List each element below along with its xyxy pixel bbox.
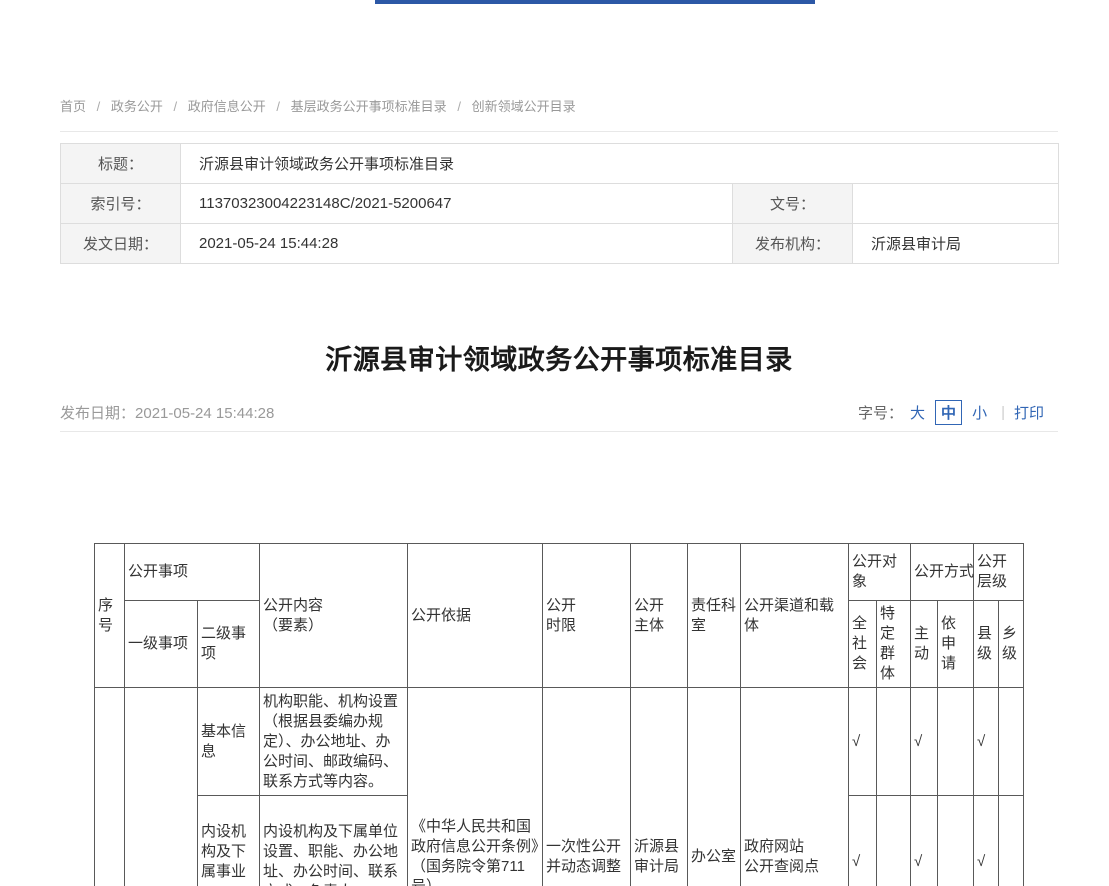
cell-level1 [125,688,198,886]
cell-check-method-request [938,688,974,796]
font-size-controls: 字号： 大 中 小 | 打印 [858,400,1058,425]
cell-check-method-active: √ [911,688,938,796]
meta-row-title: 标题： 沂源县审计领域政务公开事项标准目录 [61,144,1059,184]
cell-content: 机构职能、机构设置（根据县委编办规定）、办公地址、办公时间、邮政编码、联系方式等… [260,688,408,796]
meta-docno-label: 文号： [733,184,853,224]
col-header-audience-specific: 特 定 群 体 [877,601,911,688]
breadcrumb-separator: / [276,99,280,114]
cell-check-audience-all: √ [849,796,877,886]
meta-title-value: 沂源县审计领域政务公开事项标准目录 [181,144,1059,184]
breadcrumb-separator: / [174,99,178,114]
font-size-label: 字号： [858,402,903,423]
cell-seq [95,688,125,886]
document-meta-table: 标题： 沂源县审计领域政务公开事项标准目录 索引号： 1137032300422… [60,143,1059,264]
cell-check-method-active: √ [911,796,938,886]
col-header-method-group: 公开方式 [911,544,974,601]
col-header-level-town: 乡 级 [999,601,1024,688]
breadcrumb-standard-catalog[interactable]: 基层政务公开事项标准目录 [291,99,447,114]
print-button[interactable]: 打印 [1014,402,1044,423]
article-meta-bar: 发布日期：2021-05-24 15:44:28 字号： 大 中 小 | 打印 [60,393,1058,432]
cell-check-level-town [999,796,1024,886]
meta-date-value: 2021-05-24 15:44:28 [181,224,733,264]
col-header-level-county: 县 级 [974,601,999,688]
meta-row-date: 发文日期： 2021-05-24 15:44:28 发布机构： 沂源县审计局 [61,224,1059,264]
col-header-seq: 序 号 [95,544,125,688]
cell-level2: 内设机构及下属事业 [198,796,260,886]
col-header-level2: 二级事 项 [198,601,260,688]
cell-check-level-county: √ [974,688,999,796]
meta-title-label: 标题： [61,144,181,184]
cell-subject: 沂源县 审计局 [631,688,688,886]
meta-row-index: 索引号： 11370323004223148C/2021-5200647 文号： [61,184,1059,224]
col-header-audience-all: 全 社 会 [849,601,877,688]
col-header-content: 公开内容 （要素） [260,544,408,688]
cell-content: 内设机构及下属单位设置、职能、办公地址、办公时间、联系方式、负责人 [260,796,408,886]
col-header-level1: 一级事项 [125,601,198,688]
table-row: 基本信息 机构职能、机构设置（根据县委编办规定）、办公地址、办公时间、邮政编码、… [95,688,1024,796]
cell-check-level-town [999,688,1024,796]
catalog-header-row-1: 序 号 公开事项 公开内容 （要素） 公开依据 公开 时限 公开 主体 责任科 … [95,544,1024,601]
font-size-small-button[interactable]: 小 [972,402,987,423]
cell-check-audience-all: √ [849,688,877,796]
page: 首页 / 政务公开 / 政府信息公开 / 基层政务公开事项标准目录 / 创新领域… [0,0,1109,886]
col-header-subject: 公开 主体 [631,544,688,688]
breadcrumb-home[interactable]: 首页 [60,99,86,114]
col-header-items-group: 公开事项 [125,544,260,601]
publish-date-label: 发布日期： [60,405,135,422]
cell-check-method-request [938,796,974,886]
breadcrumb-government-info[interactable]: 政府信息公开 [188,99,266,114]
cell-level2: 基本信息 [198,688,260,796]
meta-org-label: 发布机构： [733,224,853,264]
publish-date: 发布日期：2021-05-24 15:44:28 [60,402,274,423]
cell-channel: 政府网站 公开查阅点 [741,688,849,886]
publish-date-value: 2021-05-24 15:44:28 [135,405,274,422]
col-header-level-group: 公开 层级 [974,544,1024,601]
meta-index-label: 索引号： [61,184,181,224]
breadcrumb-zhengwu-gongkai[interactable]: 政务公开 [111,99,163,114]
vertical-divider: | [1001,404,1005,421]
col-header-method-request: 依申 请 [938,601,974,688]
meta-date-label: 发文日期： [61,224,181,264]
col-header-audience-group: 公开对 象 [849,544,911,601]
catalog-table: 序 号 公开事项 公开内容 （要素） 公开依据 公开 时限 公开 主体 责任科 … [94,543,1024,886]
meta-index-value: 11370323004223148C/2021-5200647 [181,184,733,224]
col-header-channel: 公开渠道和载 体 [741,544,849,688]
breadcrumb-current-page: 创新领域公开目录 [472,99,576,114]
col-header-basis: 公开依据 [408,544,543,688]
font-size-medium-button[interactable]: 中 [935,400,962,425]
col-header-method-active: 主 动 [911,601,938,688]
col-header-time-limit: 公开 时限 [543,544,631,688]
meta-org-value: 沂源县审计局 [853,224,1059,264]
cell-check-level-county: √ [974,796,999,886]
breadcrumb-separator: / [97,99,101,114]
col-header-dept: 责任科 室 [688,544,741,688]
cell-check-audience-specific [877,796,911,886]
page-title: 沂源县审计领域政务公开事项标准目录 [60,338,1058,377]
cell-check-audience-specific [877,688,911,796]
breadcrumb-separator: / [457,99,461,114]
top-nav-bar-edge [375,0,815,4]
cell-time-limit: 一次性公开 并动态调整 [543,688,631,886]
font-size-large-button[interactable]: 大 [910,402,925,423]
cell-dept: 办公室 [688,688,741,886]
meta-docno-value [853,184,1059,224]
breadcrumb: 首页 / 政务公开 / 政府信息公开 / 基层政务公开事项标准目录 / 创新领域… [60,96,1058,132]
cell-basis: 《中华人民共和国政府信息公开条例》（国务院令第711号） [408,688,543,886]
